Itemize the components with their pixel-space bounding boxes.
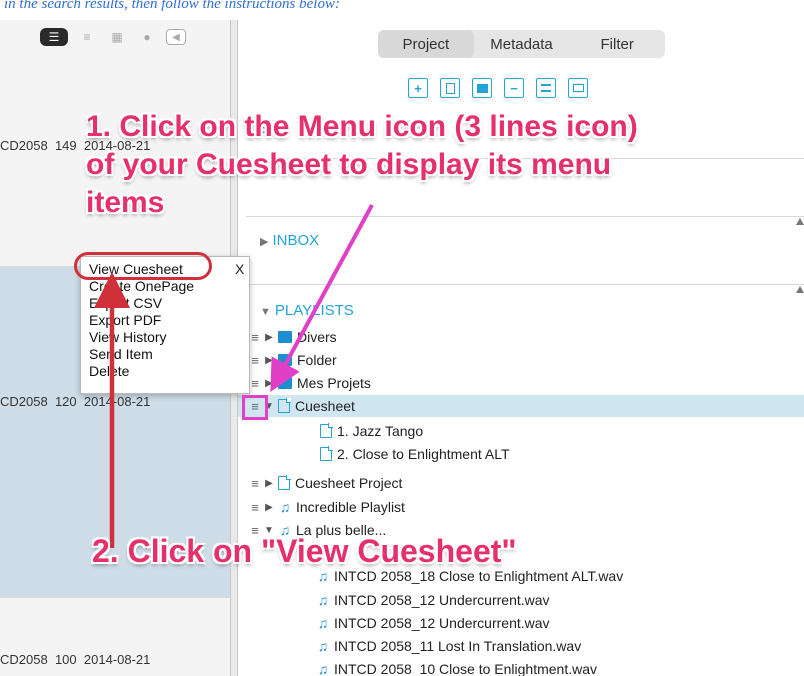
- document-icon: [320, 423, 333, 438]
- expand-icon[interactable]: ▶: [262, 478, 276, 489]
- instruction-step-1: 1. Click on the Menu icon (3 lines icon)…: [86, 108, 638, 222]
- info-icon[interactable]: ●: [136, 28, 158, 46]
- music-note-icon: ♫: [317, 661, 329, 676]
- tree-item-label: Incredible Playlist: [296, 499, 405, 515]
- result-number: 149: [54, 138, 77, 153]
- tree-item-track[interactable]: ♫ INTCD 2058_11 Lost In Translation.wav: [238, 635, 804, 657]
- tree-item-cuesheet-project[interactable]: ≡ ▶ Cuesheet Project: [238, 472, 804, 494]
- scroll-up-icon[interactable]: [796, 286, 804, 293]
- disclosure-right-icon: ▶: [260, 236, 269, 248]
- tab-filter[interactable]: Filter: [569, 30, 665, 58]
- view-cuesheet-highlight: [74, 252, 212, 280]
- tree-item-track[interactable]: ♫ INTCD 2058_12 Undercurrent.wav: [238, 589, 804, 611]
- folder-icon: [278, 331, 292, 343]
- expand-icon[interactable]: ▶: [262, 355, 276, 366]
- detail-view-icon[interactable]: ≡: [76, 28, 98, 46]
- tree-item-close-to-enlightment-alt[interactable]: 2. Close to Enlightment ALT: [238, 443, 804, 465]
- email-icon[interactable]: [568, 78, 588, 98]
- result-code: CD2058: [0, 138, 48, 153]
- tree-item-track[interactable]: ♫ INTCD 2058_12 Undercurrent.wav: [238, 612, 804, 634]
- result-row[interactable]: CD2058 120 2014-08-21: [0, 394, 150, 409]
- tree-item-label: Cuesheet: [295, 398, 355, 414]
- playlists-label: PLAYLISTS: [274, 302, 354, 319]
- panel-tabs: Project Metadata Filter: [378, 30, 665, 58]
- menu-icon[interactable]: ≡: [248, 353, 262, 368]
- result-number: 100: [54, 652, 77, 667]
- result-number: 120: [54, 394, 77, 409]
- expand-icon[interactable]: ▶: [262, 502, 276, 513]
- grid-view-icon[interactable]: ▦: [106, 28, 128, 46]
- expand-icon[interactable]: ▶: [262, 332, 276, 343]
- section-divider: [246, 284, 804, 285]
- tree-item-label: INTCD 2058_10 Close to Enlightment.wav: [334, 661, 598, 676]
- inbox-section[interactable]: ▶ INBOX: [260, 232, 319, 249]
- instruction-line: 1. Click on the Menu icon (3 lines icon): [86, 110, 638, 143]
- tab-project[interactable]: Project: [378, 30, 474, 58]
- project-actions: + −: [408, 78, 588, 98]
- menu-item-delete[interactable]: Delete: [89, 363, 129, 379]
- new-document-icon[interactable]: [440, 78, 460, 98]
- menu-icon[interactable]: ≡: [248, 376, 262, 391]
- tree-item-label: Divers: [297, 329, 337, 345]
- menu-item-create-onepage[interactable]: Create OnePage: [89, 278, 194, 294]
- document-icon: [278, 398, 291, 413]
- tree-item-label: 1. Jazz Tango: [337, 423, 424, 439]
- tree-item-divers[interactable]: ≡ ▶ Divers: [238, 326, 804, 348]
- menu-item-send-item[interactable]: Send Item: [89, 346, 153, 362]
- instruction-caption: in the search results, then follow the i…: [4, 0, 340, 12]
- document-icon: [320, 446, 333, 461]
- menu-item-export-pdf[interactable]: Export PDF: [89, 312, 161, 328]
- menu-icon[interactable]: ≡: [248, 330, 262, 345]
- result-code: CD2058: [0, 394, 48, 409]
- tree-item-folder[interactable]: ≡ ▶ Folder: [238, 349, 804, 371]
- tree-item-cuesheet[interactable]: ≡ ▼ Cuesheet: [238, 395, 804, 417]
- playlists-section[interactable]: ▼ PLAYLISTS: [260, 302, 354, 319]
- download-icon[interactable]: [536, 78, 556, 98]
- music-note-icon: ♫: [317, 615, 329, 631]
- menu-icon-highlight: [242, 395, 268, 420]
- menu-item-view-history[interactable]: View History: [89, 329, 167, 345]
- tree-item-label: INTCD 2058_12 Undercurrent.wav: [334, 615, 550, 631]
- tree-item-track[interactable]: ♫ INTCD 2058_10 Close to Enlightment.wav: [238, 658, 804, 676]
- document-icon: [278, 475, 291, 490]
- menu-item-export-csv[interactable]: Export CSV: [89, 295, 162, 311]
- new-folder-icon[interactable]: [472, 78, 492, 98]
- music-note-icon: ♫: [317, 568, 329, 584]
- tree-item-label: Cuesheet Project: [295, 475, 403, 491]
- instruction-step-2: 2. Click on "View Cuesheet": [92, 533, 517, 569]
- tree-item-label: 2. Close to Enlightment ALT: [337, 446, 510, 462]
- instruction-line: of your Cuesheet to display its menu: [86, 148, 612, 181]
- tree-item-incredible-playlist[interactable]: ≡ ▶ ♫ Incredible Playlist: [238, 496, 804, 518]
- tree-item-mes-projets[interactable]: ≡ ▶ Mes Projets: [238, 372, 804, 394]
- view-toolbar: ☰ ≡ ▦ ● ◀: [40, 28, 186, 46]
- list-view-icon[interactable]: ☰: [40, 28, 68, 46]
- close-menu-button[interactable]: X: [235, 261, 244, 277]
- music-note-icon: ♫: [279, 499, 291, 515]
- menu-icon[interactable]: ≡: [248, 476, 262, 491]
- result-date: 2014-08-21: [83, 652, 151, 667]
- tab-metadata[interactable]: Metadata: [474, 30, 570, 58]
- expand-icon[interactable]: ▶: [262, 378, 276, 389]
- folder-icon: [278, 377, 292, 389]
- tree-item-jazz-tango[interactable]: 1. Jazz Tango: [238, 420, 804, 442]
- disclosure-down-icon: ▼: [260, 306, 271, 318]
- scroll-up-icon[interactable]: [796, 218, 804, 225]
- result-code: CD2058: [0, 652, 48, 667]
- remove-icon[interactable]: −: [504, 78, 524, 98]
- tree-item-label: Mes Projets: [297, 375, 371, 391]
- result-date: 2014-08-21: [83, 394, 151, 409]
- result-row[interactable]: CD2058 100 2014-08-21: [0, 652, 150, 667]
- music-note-icon: ♫: [317, 592, 329, 608]
- tree-item-label: INTCD 2058_18 Close to Enlightment ALT.w…: [334, 568, 624, 584]
- add-icon[interactable]: +: [408, 78, 428, 98]
- instruction-line: items: [86, 186, 165, 219]
- collapse-left-icon[interactable]: ◀: [166, 29, 186, 45]
- menu-icon[interactable]: ≡: [248, 500, 262, 515]
- inbox-label: INBOX: [272, 232, 320, 249]
- tree-item-label: INTCD 2058_12 Undercurrent.wav: [334, 592, 550, 608]
- folder-icon: [278, 354, 292, 366]
- tree-item-label: INTCD 2058_11 Lost In Translation.wav: [334, 638, 582, 654]
- tree-item-label: Folder: [297, 352, 337, 368]
- music-note-icon: ♫: [317, 638, 329, 654]
